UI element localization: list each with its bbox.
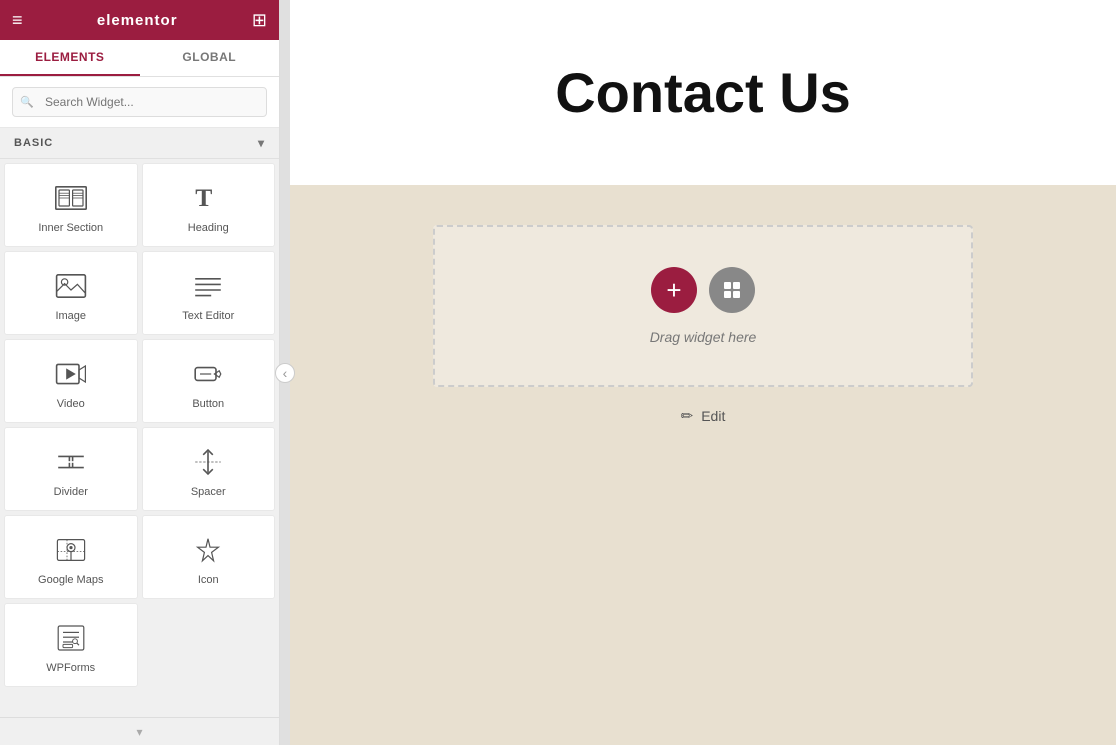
widget-text-editor-label: Text Editor	[182, 310, 234, 322]
basic-section-header: BASIC ▾	[0, 128, 279, 159]
divider-icon	[55, 446, 87, 478]
basic-section-label: BASIC	[14, 137, 53, 149]
widget-inner-section[interactable]: Inner Section	[4, 163, 138, 247]
elementor-logo: elementor	[97, 12, 178, 29]
edit-bar[interactable]: ✏ Edit	[681, 407, 726, 425]
widget-google-maps[interactable]: Google Maps	[4, 515, 138, 599]
drop-zone: + Drag widget here	[433, 225, 973, 387]
left-panel: ≡ elementor ⊞ ELEMENTS GLOBAL BASIC ▾	[0, 0, 280, 745]
search-wrap	[12, 87, 267, 117]
widget-heading[interactable]: T Heading	[142, 163, 276, 247]
page-heading-section: Contact Us	[290, 0, 1116, 185]
image-icon	[55, 270, 87, 302]
tab-elements[interactable]: ELEMENTS	[0, 40, 140, 76]
widget-button-label: Button	[192, 398, 224, 410]
spacer-icon	[192, 446, 224, 478]
widget-video[interactable]: Video	[4, 339, 138, 423]
widgets-area: Inner Section T Heading Image	[0, 159, 279, 717]
inner-section-icon	[55, 182, 87, 214]
canvas-area: Contact Us + Drag widget here ✏	[290, 0, 1116, 745]
heading-icon: T	[192, 182, 224, 214]
widget-divider[interactable]: Divider	[4, 427, 138, 511]
svg-text:T: T	[195, 183, 212, 212]
widget-spacer-label: Spacer	[191, 486, 226, 498]
edit-icon: ✏	[681, 407, 694, 425]
widget-picker-icon	[722, 280, 742, 300]
tab-global[interactable]: GLOBAL	[140, 40, 280, 76]
text-editor-icon	[192, 270, 224, 302]
widget-wpforms-label: WPForms	[46, 662, 95, 674]
search-input[interactable]	[12, 87, 267, 117]
add-widget-button[interactable]: +	[651, 267, 697, 313]
widget-picker-button[interactable]	[709, 267, 755, 313]
widget-wpforms[interactable]: WPForms	[4, 603, 138, 687]
scroll-down-icon: ▾	[136, 725, 142, 739]
page-title: Contact Us	[555, 60, 851, 125]
drop-zone-label: Drag widget here	[650, 329, 757, 345]
widget-google-maps-label: Google Maps	[38, 574, 103, 586]
menu-icon[interactable]: ≡	[12, 11, 23, 29]
drop-zone-buttons: +	[651, 267, 755, 313]
edit-label: Edit	[701, 408, 725, 424]
widget-image[interactable]: Image	[4, 251, 138, 335]
widget-heading-label: Heading	[188, 222, 229, 234]
panel-scroll-bottom: ▾	[0, 717, 279, 745]
icon-icon	[192, 534, 224, 566]
search-bar	[0, 77, 279, 128]
collapse-arrow-icon[interactable]: ▾	[258, 136, 265, 150]
widget-inner-section-label: Inner Section	[38, 222, 103, 234]
panel-header: ≡ elementor ⊞	[0, 0, 279, 40]
video-icon	[55, 358, 87, 390]
widget-spacer[interactable]: Spacer	[142, 427, 276, 511]
widget-grid: Inner Section T Heading Image	[4, 163, 275, 687]
apps-icon[interactable]: ⊞	[252, 11, 267, 29]
canvas-content-section: + Drag widget here ✏ Edit	[290, 185, 1116, 745]
google-maps-icon	[55, 534, 87, 566]
widget-icon[interactable]: Icon	[142, 515, 276, 599]
widget-divider-label: Divider	[54, 486, 88, 498]
widget-button[interactable]: Button	[142, 339, 276, 423]
widget-image-label: Image	[55, 310, 86, 322]
widget-text-editor[interactable]: Text Editor	[142, 251, 276, 335]
wpforms-icon	[55, 622, 87, 654]
resize-handle[interactable]	[280, 0, 290, 745]
panel-tabs: ELEMENTS GLOBAL	[0, 40, 279, 77]
button-icon	[192, 358, 224, 390]
widget-icon-label: Icon	[198, 574, 219, 586]
widget-video-label: Video	[57, 398, 85, 410]
